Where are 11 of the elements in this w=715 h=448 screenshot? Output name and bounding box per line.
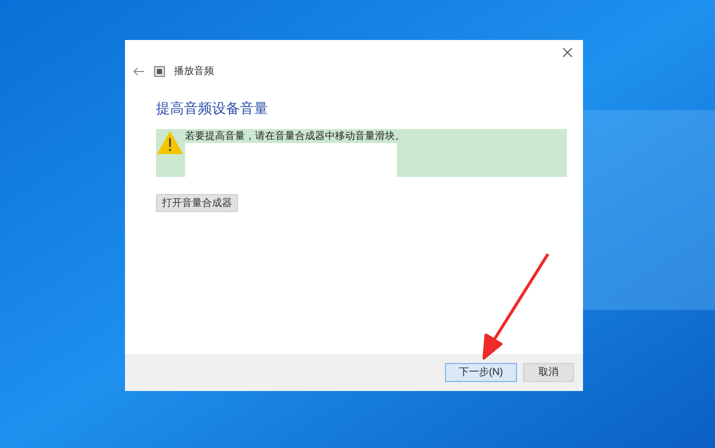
speaker-app-icon xyxy=(154,66,165,77)
warning-message: 若要提高音量，请在音量合成器中移动音量滑块。 xyxy=(185,130,405,144)
open-mixer-button[interactable]: 打开音量合成器 xyxy=(156,194,238,212)
warning-icon xyxy=(156,130,184,155)
dialog-button[interactable]: 下一步(N) xyxy=(445,363,517,382)
dialog-button[interactable]: 取消 xyxy=(523,363,574,382)
back-arrow-icon xyxy=(133,67,144,76)
page-heading: 提高音频设备音量 xyxy=(156,101,269,115)
back-button[interactable] xyxy=(133,66,145,78)
breadcrumb-title: 播放音频 xyxy=(174,64,214,79)
close-icon xyxy=(562,48,572,56)
